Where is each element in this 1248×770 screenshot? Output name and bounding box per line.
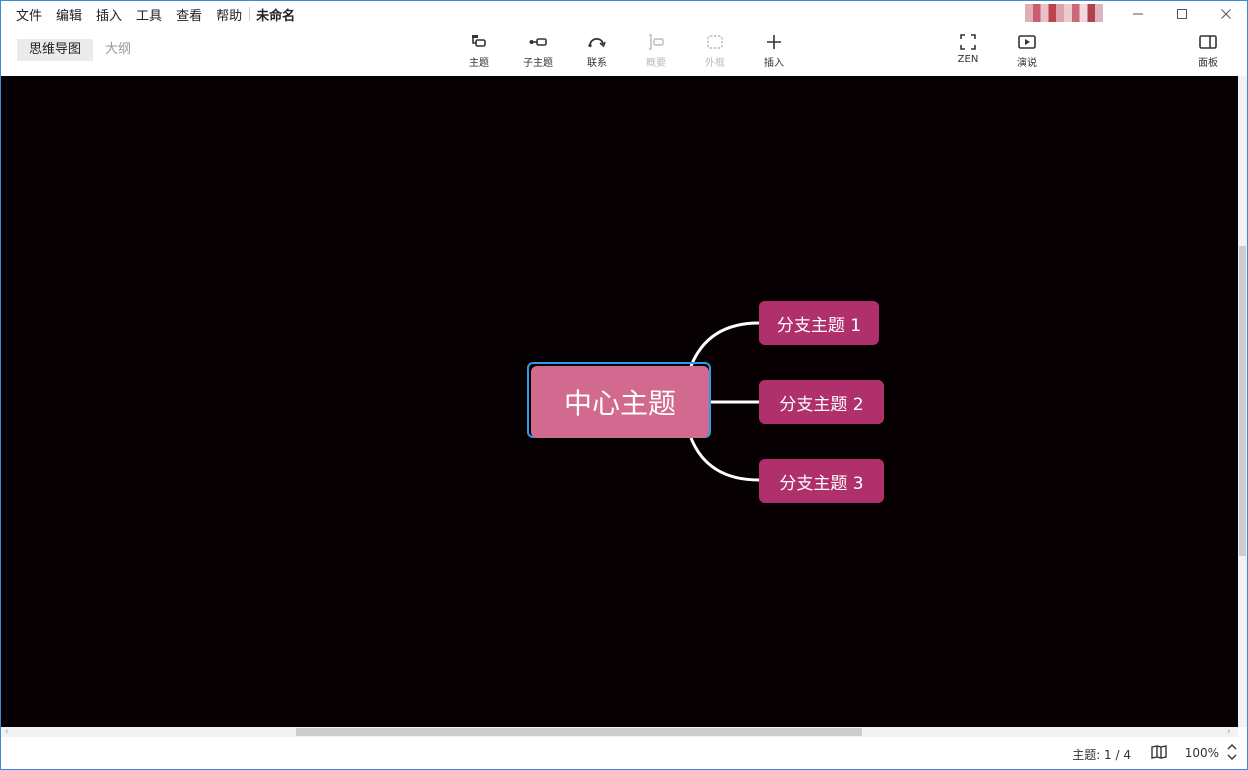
- presentation-label: 演说: [1017, 58, 1037, 69]
- relationship-button[interactable]: 联系: [572, 32, 622, 72]
- connector-branch-1: [689, 321, 760, 367]
- zen-button[interactable]: ZEN: [943, 32, 993, 72]
- panel-label: 面板: [1198, 58, 1218, 69]
- insert-label: 插入: [764, 58, 784, 69]
- minimize-icon: [1133, 13, 1143, 15]
- map-book-icon[interactable]: [1151, 745, 1167, 759]
- branch-topic-1[interactable]: 分支主题 1: [759, 301, 879, 345]
- menu-edit[interactable]: 编辑: [56, 5, 82, 24]
- menu-insert[interactable]: 插入: [96, 5, 122, 24]
- document-title: 未命名: [256, 8, 296, 24]
- menu-help[interactable]: 帮助: [216, 5, 242, 24]
- title-bar: 文件 编辑 插入 工具 查看 帮助 未命名: [1, 1, 1247, 27]
- status-bar: 主题: 1 / 4 100%: [1, 737, 1247, 769]
- topic-button[interactable]: 主题: [454, 32, 504, 72]
- tab-mindmap[interactable]: 思维导图: [17, 39, 94, 61]
- zoom-stepper-icon[interactable]: [1227, 742, 1237, 762]
- minimize-button[interactable]: [1115, 1, 1161, 27]
- boundary-icon: [707, 35, 723, 49]
- menu-view[interactable]: 查看: [176, 5, 202, 24]
- user-avatar[interactable]: [1025, 4, 1103, 22]
- maximize-icon: [1177, 9, 1187, 19]
- boundary-button[interactable]: 外框: [690, 32, 740, 72]
- scroll-right-icon[interactable]: ›: [1227, 727, 1231, 737]
- subtopic-icon: [529, 38, 547, 46]
- close-icon: [1221, 9, 1231, 19]
- toolbar: 思维导图 大纲 主题 子主题 联系 概要 外框 插入 ZEN 演说 面板: [1, 27, 1247, 75]
- relationship-label: 联系: [587, 58, 607, 69]
- central-topic[interactable]: 中心主题: [531, 366, 709, 438]
- app-window: 文件 编辑 插入 工具 查看 帮助 未命名 思维导图 大纲 主题 子主题 联系 …: [0, 0, 1248, 770]
- scroll-left-icon[interactable]: ‹: [5, 727, 9, 737]
- zoom-level[interactable]: 100%: [1185, 746, 1219, 760]
- summary-button[interactable]: 概要: [631, 32, 681, 72]
- branch-topic-2[interactable]: 分支主题 2: [759, 380, 884, 424]
- boundary-label: 外框: [705, 58, 725, 69]
- menu-file[interactable]: 文件: [16, 5, 42, 24]
- maximize-button[interactable]: [1159, 1, 1205, 27]
- zen-label: ZEN: [957, 54, 979, 65]
- fullscreen-icon: [960, 34, 976, 50]
- topic-count: 主题: 1 / 4: [1072, 748, 1131, 762]
- presentation-button[interactable]: 演说: [1002, 32, 1052, 72]
- mindmap-canvas[interactable]: 中心主题 分支主题 1 分支主题 2 分支主题 3: [1, 76, 1247, 727]
- summary-label: 概要: [646, 58, 666, 69]
- menu-bar: 文件 编辑 插入 工具 查看 帮助 未命名: [9, 1, 302, 27]
- close-button[interactable]: [1203, 1, 1247, 27]
- connector-branch-3: [689, 437, 760, 482]
- topic-label: 主题: [469, 58, 489, 69]
- plus-icon: [767, 35, 781, 49]
- horizontal-scroll-thumb[interactable]: [296, 728, 862, 736]
- summary-icon: [649, 34, 664, 50]
- subtopic-label: 子主题: [523, 58, 553, 69]
- subtopic-button[interactable]: 子主题: [513, 32, 563, 72]
- menu-divider: [249, 7, 251, 21]
- relationship-icon: [588, 37, 606, 48]
- panel-button[interactable]: 面板: [1183, 32, 1233, 72]
- branch-topic-3[interactable]: 分支主题 3: [759, 459, 884, 503]
- vertical-scroll-thumb[interactable]: [1239, 246, 1246, 556]
- panel-icon: [1199, 35, 1217, 49]
- tab-outline[interactable]: 大纲: [93, 39, 143, 61]
- topic-icon: [472, 35, 486, 47]
- play-icon: [1018, 35, 1036, 49]
- insert-button[interactable]: 插入: [749, 32, 799, 72]
- menu-tools[interactable]: 工具: [136, 5, 162, 24]
